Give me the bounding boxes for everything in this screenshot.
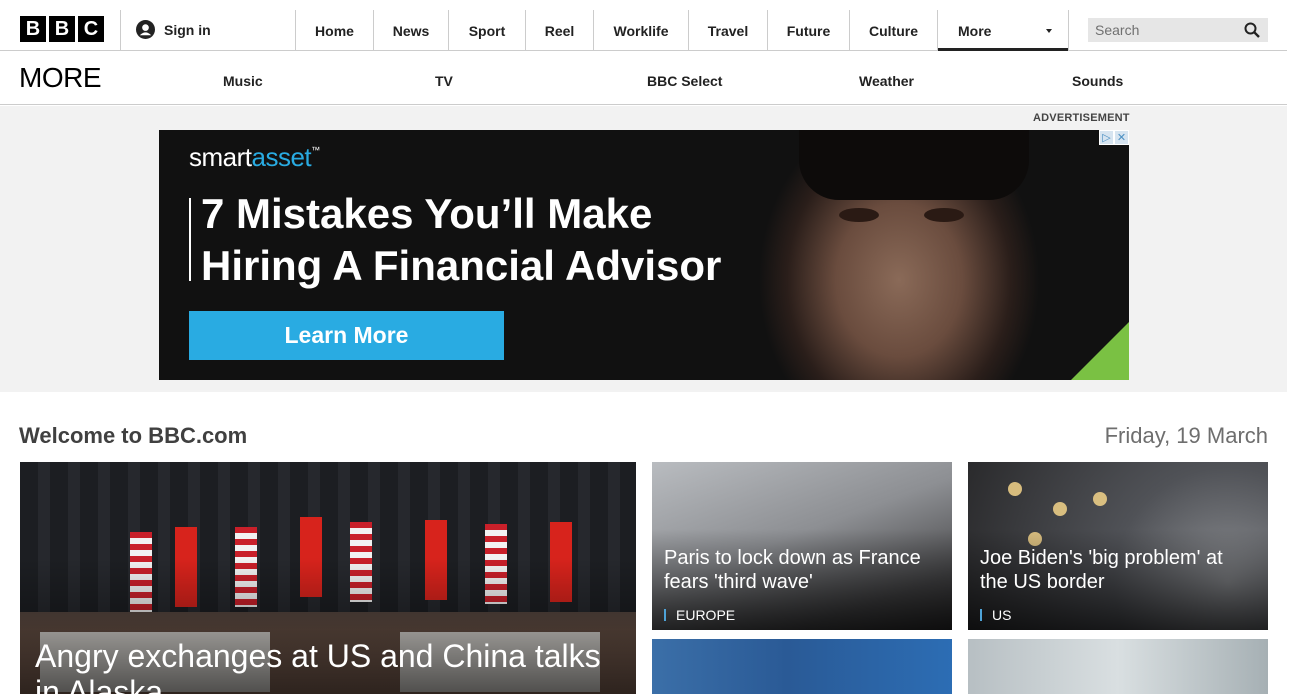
nav-reel[interactable]: Reel (525, 10, 593, 51)
advert-choices: ▷ ✕ (1099, 130, 1129, 145)
learn-more-button[interactable]: Learn More (189, 311, 504, 360)
subnav-bbc-select[interactable]: BBC Select (647, 73, 722, 89)
search-box (1088, 18, 1268, 42)
search-icon[interactable] (1244, 22, 1260, 38)
story-image-bokeh (1053, 502, 1067, 516)
nav-sport[interactable]: Sport (448, 10, 525, 51)
advert-headline: 7 Mistakes You’ll Make Hiring A Financia… (201, 190, 722, 289)
search-input[interactable] (1088, 18, 1238, 42)
nav-culture[interactable]: Culture (849, 10, 937, 51)
nav-worklife[interactable]: Worklife (593, 10, 688, 51)
advert-photo-eye (839, 208, 879, 222)
story-image-bokeh (1008, 482, 1022, 496)
nav-news[interactable]: News (373, 10, 448, 51)
advert-photo-hair (799, 130, 1029, 200)
subnav-weather[interactable]: Weather (859, 73, 914, 89)
nav-travel[interactable]: Travel (688, 10, 767, 51)
advert-label: ADVERTISEMENT (1033, 112, 1130, 124)
date-label: Friday, 19 March (1104, 423, 1268, 448)
sign-in-label: Sign in (164, 21, 211, 38)
nav-more[interactable]: More (937, 10, 1069, 52)
top-navigation: B B C Sign in Home News Sport Reel Workl… (0, 0, 1287, 52)
story-headline[interactable]: Paris to lock down as France fears 'thir… (664, 546, 940, 594)
bbc-logo[interactable]: B B C (20, 16, 104, 42)
advert-divider (189, 198, 191, 281)
divider (120, 10, 121, 51)
story-image (652, 639, 952, 694)
advert-photo-eye (924, 208, 964, 222)
logo-letter: B (49, 16, 75, 42)
sign-in-button[interactable]: Sign in (136, 20, 211, 39)
advert-banner[interactable]: smartasset™ 7 Mistakes You’ll Make Hirin… (159, 130, 1129, 380)
advert-brand-b: asset (251, 142, 312, 172)
page-scrollbar[interactable] (1287, 0, 1304, 694)
logo-letter: B (20, 16, 46, 42)
story-tag[interactable]: US (980, 608, 1011, 622)
nav-home[interactable]: Home (295, 10, 373, 51)
advert-brand-a: smart (189, 142, 252, 172)
subnav-music[interactable]: Music (223, 73, 263, 89)
nav-future[interactable]: Future (767, 10, 849, 51)
main-nav: Home News Sport Reel Worklife Travel Fut… (295, 10, 1069, 52)
story-headline[interactable]: Angry exchanges at US and China talks in… (35, 638, 624, 694)
story-bottom-right[interactable] (968, 639, 1268, 694)
advert-brand: smartasset™ (189, 142, 320, 173)
nav-more-label: More (958, 22, 992, 39)
story-image (968, 639, 1268, 694)
more-subnav: MORE Music TV BBC Select Weather Sounds (0, 51, 1287, 105)
advert-brand-tm: ™ (311, 145, 320, 155)
advert-section: ADVERTISEMENT smartasset™ 7 Mistakes You… (0, 106, 1287, 392)
story-headline[interactable]: Joe Biden's 'big problem' at the US bord… (980, 546, 1256, 594)
subnav-sounds[interactable]: Sounds (1072, 73, 1123, 89)
more-title: MORE (19, 62, 102, 93)
user-icon (136, 20, 155, 39)
logo-letter: C (78, 16, 104, 42)
advert-corner (1071, 322, 1129, 380)
story-biden[interactable]: Joe Biden's 'big problem' at the US bord… (968, 462, 1268, 630)
story-tag[interactable]: EUROPE (664, 608, 735, 622)
story-image-bokeh (1093, 492, 1107, 506)
story-bottom-left[interactable] (652, 639, 952, 694)
welcome-title: Welcome to BBC.com (19, 423, 248, 448)
caret-down-icon (1046, 28, 1052, 33)
story-paris[interactable]: Paris to lock down as France fears 'thir… (652, 462, 952, 630)
subnav-tv[interactable]: TV (435, 73, 453, 89)
adchoices-icon[interactable]: ▷ (1099, 130, 1114, 145)
close-icon[interactable]: ✕ (1114, 130, 1129, 145)
story-main[interactable]: Angry exchanges at US and China talks in… (20, 462, 636, 694)
